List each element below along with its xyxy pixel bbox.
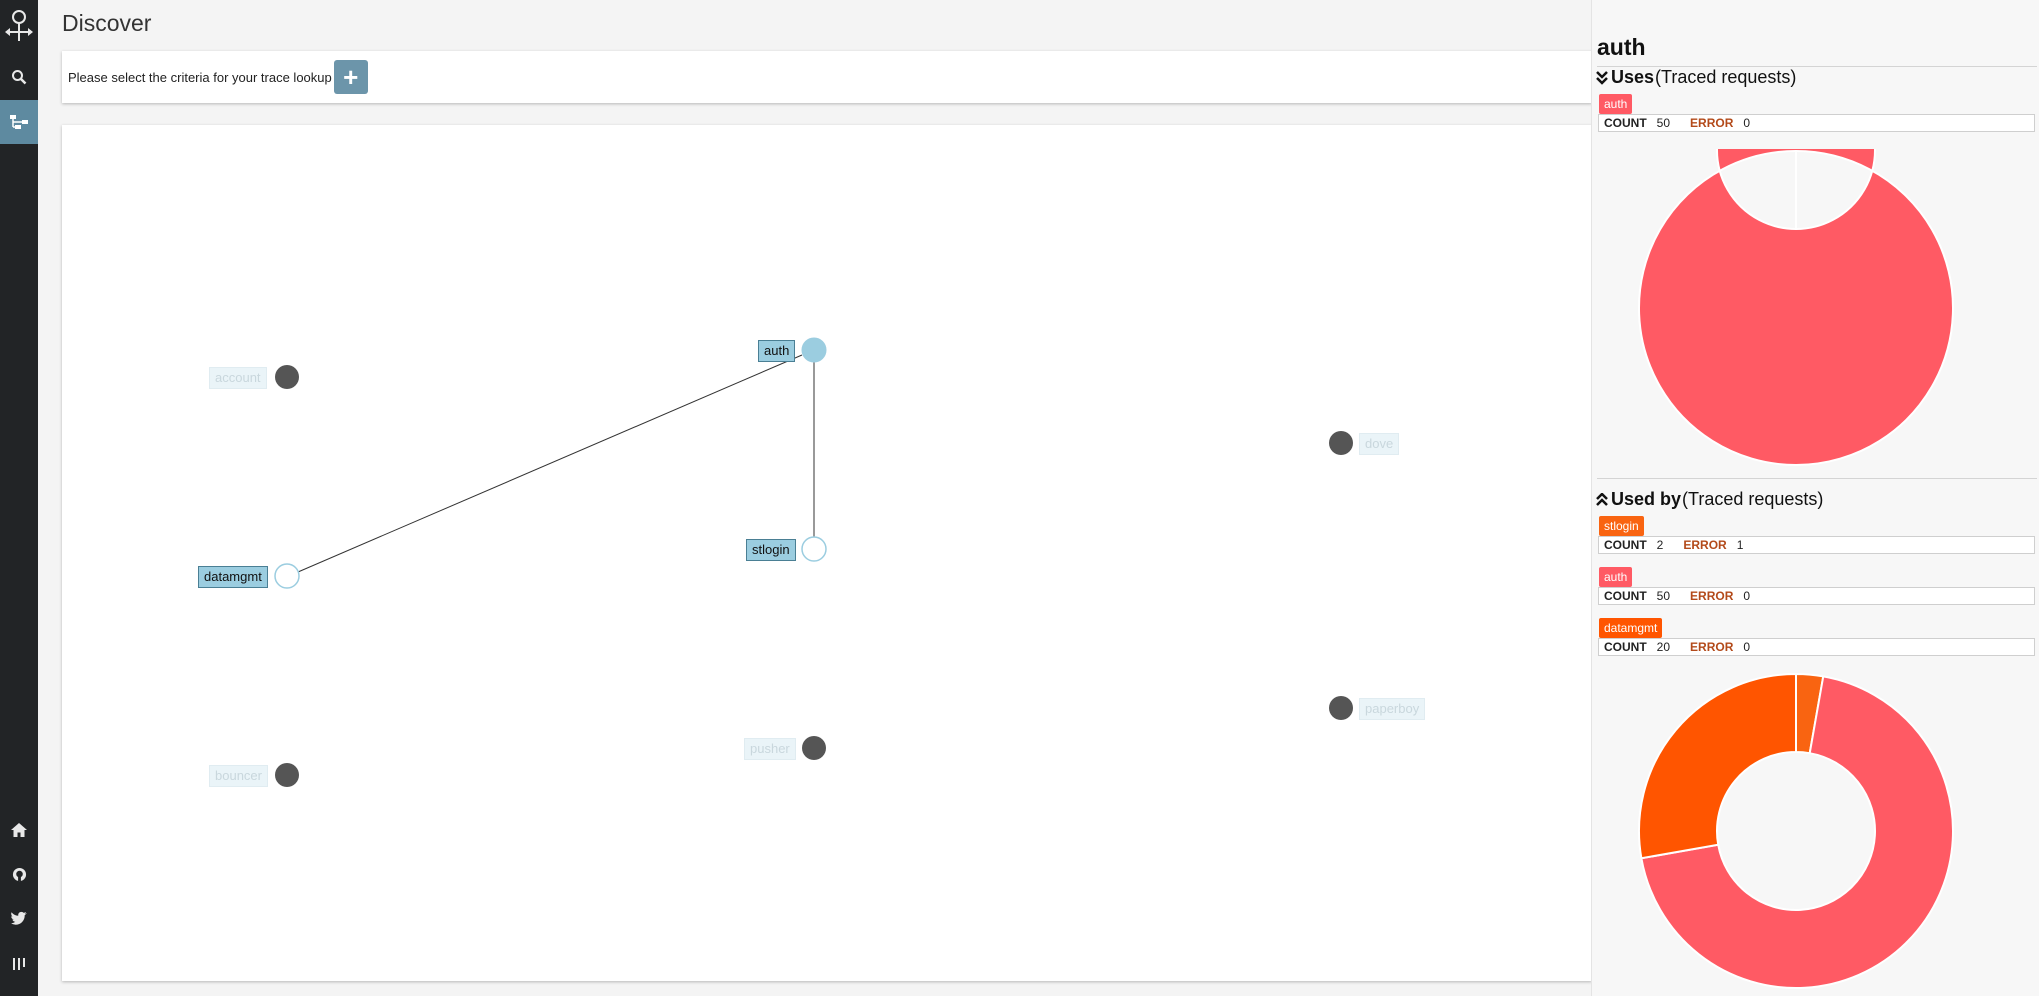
columns-icon[interactable] xyxy=(0,944,38,984)
count-label: COUNT xyxy=(1604,640,1647,654)
used-by-stat-stlogin: COUNT 2 ERROR 1 xyxy=(1598,536,2035,554)
search-icon[interactable] xyxy=(0,57,38,97)
detail-title: auth xyxy=(1597,34,1646,60)
node-label-dove[interactable]: dove xyxy=(1359,433,1400,455)
used-by-tag-auth[interactable]: auth xyxy=(1599,567,1633,587)
chevron-double-down-icon xyxy=(1596,70,1608,85)
node-label-account[interactable]: account xyxy=(209,367,267,389)
twitter-icon[interactable] xyxy=(0,898,38,938)
used-by-stat-datamgmt: COUNT 20 ERROR 0 xyxy=(1598,638,2035,656)
uses-heading: Uses xyxy=(1611,67,1655,87)
used-by-stat-auth: COUNT 50 ERROR 0 xyxy=(1598,587,2035,605)
left-nav xyxy=(0,0,38,996)
donut-slice-datamgmt xyxy=(1638,672,1797,860)
error-value: 0 xyxy=(1743,640,1751,654)
node-circle-pusher[interactable] xyxy=(802,736,826,760)
divider xyxy=(1597,478,2037,479)
node-label-pusher[interactable]: pusher xyxy=(744,738,796,760)
error-value: 1 xyxy=(1736,538,1744,552)
uses-donut-chart xyxy=(1638,149,1954,466)
node-label-datamgmt[interactable]: datamgmt xyxy=(198,566,268,588)
node-circle-datamgmt[interactable] xyxy=(274,563,300,589)
node-circle-stlogin[interactable] xyxy=(801,536,827,562)
used-by-subheading: (Traced requests) xyxy=(1682,489,1824,509)
add-criteria-button[interactable]: + xyxy=(333,60,368,94)
used-by-tag-datamgmt[interactable]: datamgmt xyxy=(1599,618,1663,638)
used-by-donut-chart xyxy=(1638,672,1954,989)
dependency-graph: auth account dove stlogin datamgmt paper… xyxy=(62,125,1592,981)
service-detail-panel: auth Uses (Traced requests) auth COUNT 5… xyxy=(1591,0,2039,996)
count-value: 50 xyxy=(1656,116,1671,130)
uses-subheading: (Traced requests) xyxy=(1655,67,1797,87)
graph-canvas xyxy=(274,337,1353,787)
error-value: 0 xyxy=(1743,589,1751,603)
criteria-text: Please select the criteria for your trac… xyxy=(68,69,332,85)
criteria-bar: Please select the criteria for your trac… xyxy=(62,51,1592,103)
count-value: 20 xyxy=(1656,640,1671,654)
network-icon[interactable] xyxy=(0,100,38,144)
github-icon[interactable] xyxy=(0,854,38,894)
error-label: ERROR xyxy=(1690,589,1734,603)
error-label: ERROR xyxy=(1690,116,1734,130)
count-label: COUNT xyxy=(1604,538,1647,552)
home-icon[interactable] xyxy=(0,810,38,850)
count-value: 50 xyxy=(1656,589,1671,603)
count-label: COUNT xyxy=(1604,116,1647,130)
logo-icon[interactable] xyxy=(0,2,38,48)
node-circle-account[interactable] xyxy=(275,365,299,389)
count-value: 2 xyxy=(1656,538,1664,552)
used-by-heading: Used by xyxy=(1611,489,1682,509)
node-label-stlogin[interactable]: stlogin xyxy=(746,539,796,561)
edge-auth-datamgmt xyxy=(297,354,803,573)
count-label: COUNT xyxy=(1604,589,1647,603)
chevron-double-up-icon xyxy=(1596,492,1608,506)
node-label-paperboy[interactable]: paperboy xyxy=(1359,698,1426,720)
node-circle-dove[interactable] xyxy=(1329,431,1353,455)
node-circle-auth[interactable] xyxy=(801,337,827,363)
error-value: 0 xyxy=(1743,116,1751,130)
used-by-section-toggle[interactable]: Used by (Traced requests) xyxy=(1596,489,1823,510)
node-circle-bouncer[interactable] xyxy=(275,763,299,787)
error-label: ERROR xyxy=(1683,538,1727,552)
node-circle-paperboy[interactable] xyxy=(1329,696,1353,720)
error-label: ERROR xyxy=(1690,640,1734,654)
node-label-bouncer[interactable]: bouncer xyxy=(209,765,268,787)
page-title: Discover xyxy=(62,10,152,36)
used-by-tag-stlogin[interactable]: stlogin xyxy=(1599,516,1644,536)
uses-section-toggle[interactable]: Uses (Traced requests) xyxy=(1596,67,1796,88)
uses-stat-auth: COUNT 50 ERROR 0 xyxy=(1598,114,2035,132)
uses-tag-auth[interactable]: auth xyxy=(1599,94,1633,114)
node-label-auth[interactable]: auth xyxy=(758,340,796,362)
